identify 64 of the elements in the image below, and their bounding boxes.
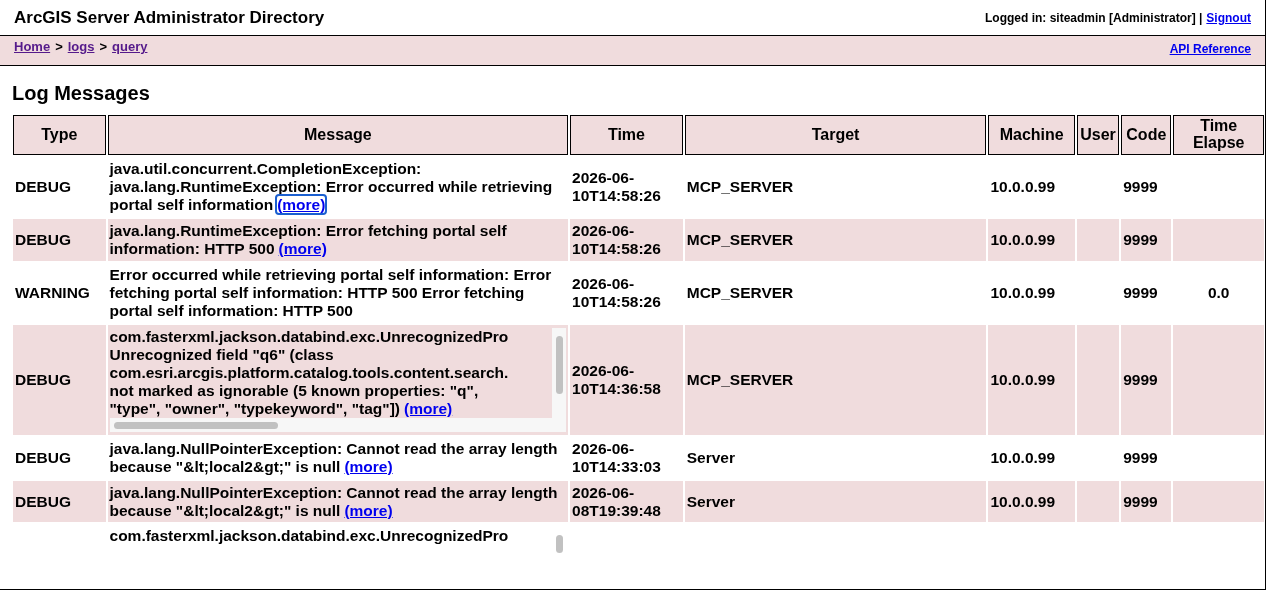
table-cell: Server — [686, 448, 735, 466]
table-cell: 10.0.0.99 — [990, 448, 1056, 466]
table-cell: 2026-06-10T14:36:58 — [572, 361, 661, 397]
breadcrumb-link[interactable]: logs — [67, 39, 95, 65]
column-header: Target — [684, 115, 987, 155]
table-cell: 9999 — [1123, 448, 1158, 466]
table-cell: 10.0.0.99 — [990, 283, 1056, 301]
section-title: Log Messages — [12, 82, 151, 105]
table-cell: WARNING — [15, 283, 90, 301]
log-message: Error occurred while retrieving portal self information: Error fetching portal self information: HTTP 500 Error fetching portal self information: HTTP 500 — [109, 265, 552, 319]
table-cell: 2026-06-10T14:58:26 — [572, 221, 661, 257]
column-header: User — [1076, 115, 1120, 155]
column-header: Type — [13, 115, 106, 155]
table-cell: 10.0.0.99 — [990, 177, 1056, 195]
breadcrumb-link[interactable]: Home — [14, 39, 51, 65]
log-message: com.fasterxml.jackson.databind.exc.UnrecognizedPro Unrecognized field "q6" (class com.esri.arcgis.platform.catalog.tools.content.search. not marked as ignorable (5 known properties: "q", "type", "owner", "typekeyword", "tag"]) (more) — [109, 327, 553, 418]
table-cell: 10.0.0.99 — [990, 230, 1056, 248]
more-link[interactable]: (more) — [344, 501, 393, 519]
table-cell: 2026-06-08T19:39:48 — [572, 483, 661, 519]
table-cell: DEBUG — [15, 177, 71, 195]
column-header: Machine — [988, 115, 1075, 155]
table-cell: Server — [686, 492, 735, 510]
log-message: java.util.concurrent.CompletionException: java.lang.RuntimeException: Error occurred while retrieving portal self information (more) — [109, 160, 553, 213]
message-scroll-box[interactable] — [109, 327, 567, 432]
column-header: Time Elapse — [1173, 115, 1264, 155]
column-header: Code — [1121, 115, 1172, 155]
more-link[interactable]: (more) — [277, 195, 326, 213]
table-cell: 2026-06-10T14:33:03 — [572, 439, 661, 475]
vertical-scrollbar[interactable] — [556, 335, 564, 394]
table-cell: 2026-06-10T14:58:26 — [572, 169, 661, 204]
table-cell: 10.0.0.99 — [990, 370, 1056, 388]
more-link[interactable]: (more) — [404, 399, 453, 417]
api-reference-link[interactable]: API Reference — [1169, 36, 1251, 65]
log-message: java.lang.NullPointerException: Cannot read the array length because "&lt;local2&gt;" is null (more) — [109, 439, 558, 475]
table-cell: 0.0 — [1207, 283, 1230, 301]
table-cell: 9999 — [1123, 177, 1158, 195]
table-cell: DEBUG — [15, 492, 71, 510]
table-cell: 9999 — [1123, 370, 1158, 388]
breadcrumb-separator: > — [99, 39, 108, 56]
column-header: Message — [107, 115, 569, 155]
table-cell: MCP_SERVER — [686, 283, 794, 301]
signout-link[interactable]: Signout — [1206, 10, 1251, 25]
log-message: java.lang.RuntimeException: Error fetching portal self information: HTTP 500 (more) — [109, 221, 507, 257]
more-link[interactable]: (more) — [344, 457, 393, 475]
page-header-title: ArcGIS Server Administrator Directory — [14, 7, 325, 28]
column-header: Time — [570, 115, 683, 155]
table-cell: DEBUG — [15, 370, 71, 388]
table-cell: MCP_SERVER — [686, 370, 794, 388]
login-status: Logged in: siteadmin [Administrator] | — [985, 10, 1203, 25]
horizontal-scrollbar[interactable] — [113, 421, 278, 429]
breadcrumb-link[interactable]: query — [112, 39, 148, 65]
table-cell: 9999 — [1123, 492, 1158, 510]
table-cell: MCP_SERVER — [686, 177, 794, 195]
table-cell: 10.0.0.99 — [990, 492, 1056, 510]
more-link[interactable]: (more) — [278, 239, 327, 257]
table-cell: MCP_SERVER — [686, 230, 794, 248]
log-message: java.lang.NullPointerException: Cannot read the array length because "&lt;local2&gt;" is null (more) — [109, 483, 558, 519]
breadcrumb-separator: > — [55, 39, 63, 56]
table-cell: 2026-06-10T14:58:26 — [572, 274, 661, 310]
vertical-scrollbar[interactable] — [556, 535, 564, 554]
table-cell: 9999 — [1123, 230, 1158, 248]
table-cell: 9999 — [1123, 283, 1158, 301]
table-cell: DEBUG — [15, 448, 71, 466]
table-cell: DEBUG — [15, 230, 71, 248]
